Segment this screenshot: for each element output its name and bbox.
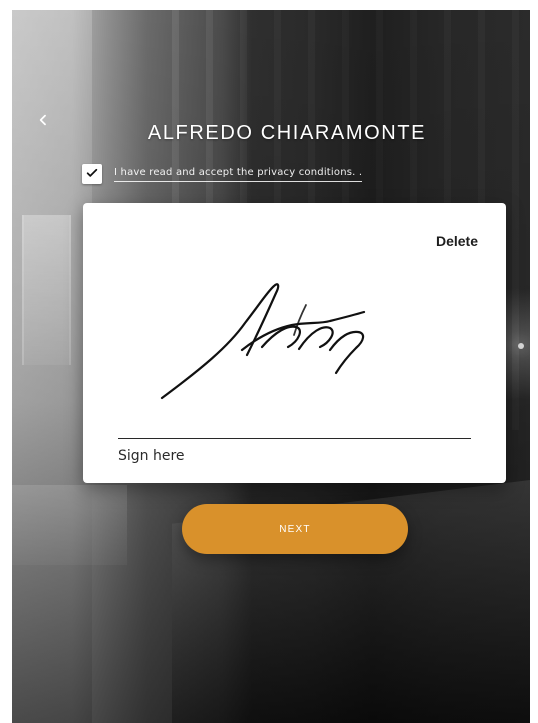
privacy-consent-row: I have read and accept the privacy condi… [82,162,363,186]
delete-signature-button[interactable]: Delete [436,233,478,249]
guest-name-title: ALFREDO CHIARAMONTE [147,122,427,144]
screen-frame: ALFREDO CHIARAMONTE I have read and acce… [12,10,530,723]
signature-stroke [160,283,366,400]
back-button[interactable] [30,108,56,134]
background-shelf [12,485,127,565]
chevron-left-icon [36,112,50,131]
sign-here-label: Sign here [118,448,185,464]
signature-card: Delete Sign here [83,203,506,483]
privacy-checkbox[interactable] [82,164,102,184]
background-window [22,215,71,365]
signature-pad[interactable] [118,261,471,437]
privacy-conditions-link[interactable]: I have read and accept the privacy condi… [114,167,363,182]
checkmark-icon [85,166,99,183]
signature-baseline [118,438,471,439]
next-button[interactable]: NEXT [182,504,408,554]
background-lamp [518,343,524,349]
